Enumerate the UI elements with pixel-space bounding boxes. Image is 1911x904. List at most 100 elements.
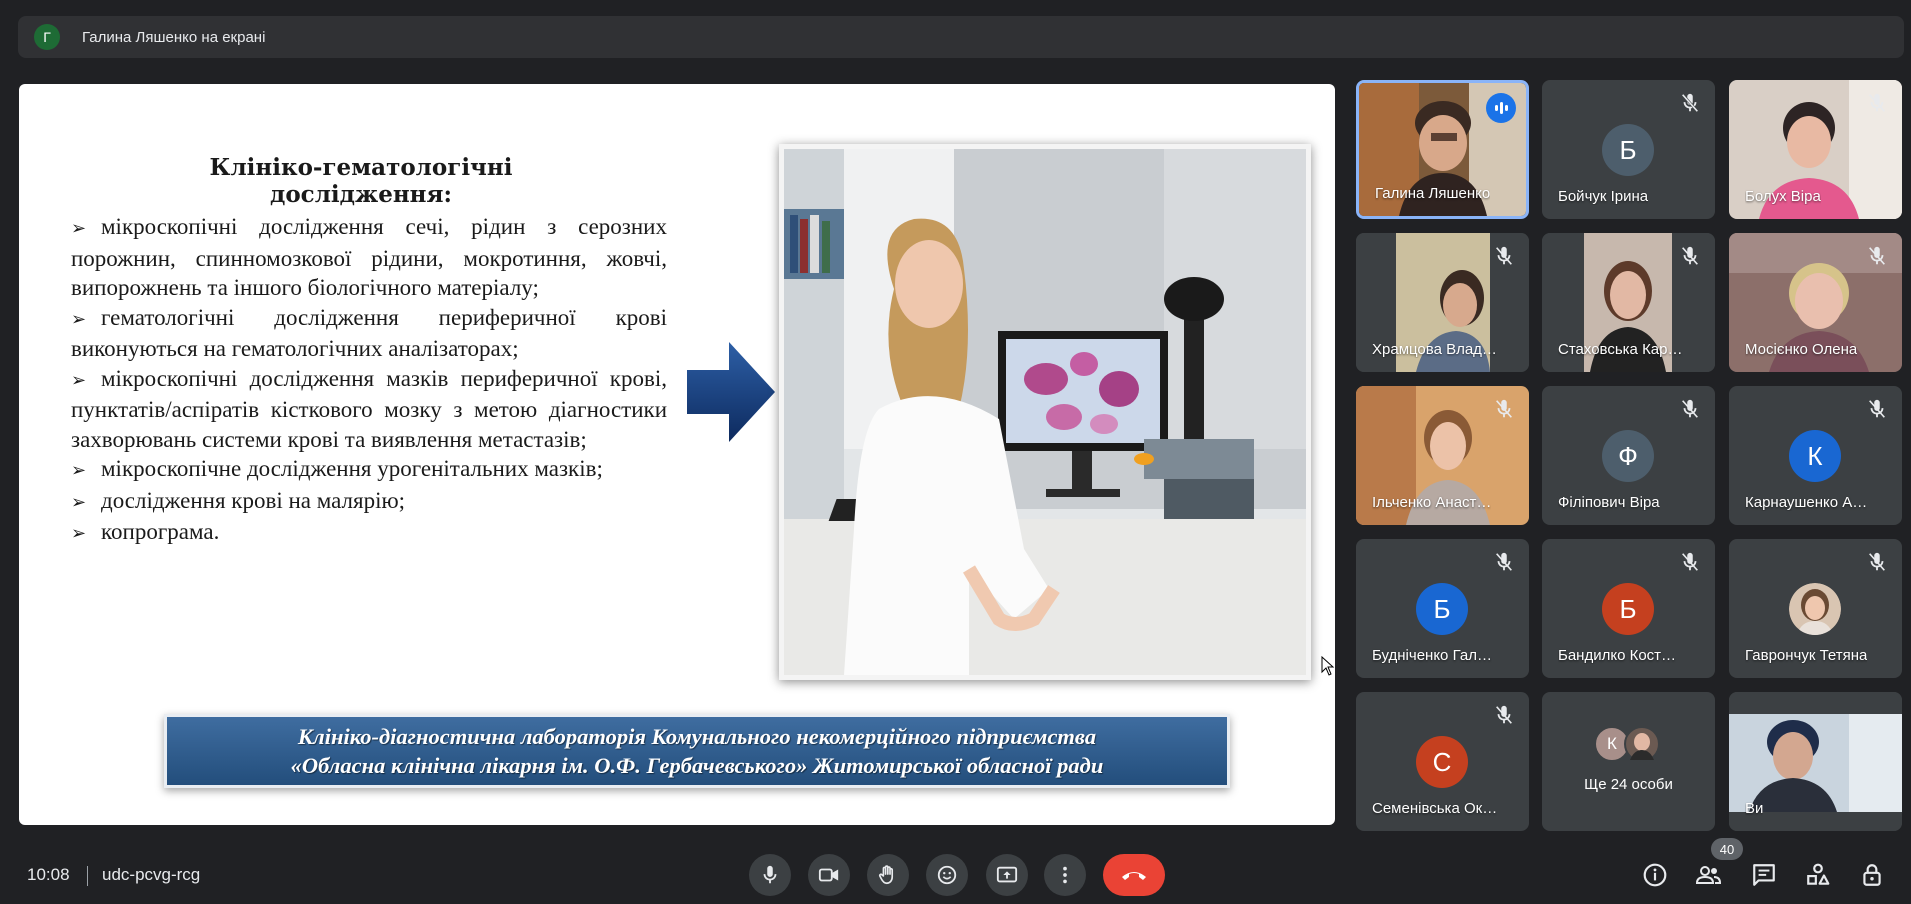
slide-bullet: ➢ гематологічні дослідження периферичної … <box>71 304 667 362</box>
slide-bullet: ➢ дослідження крові на малярію; <box>71 486 667 518</box>
more-participants-tile[interactable]: К Ще 24 особи <box>1542 692 1715 831</box>
host-controls-button[interactable] <box>1858 861 1886 889</box>
participant-tile[interactable]: Храмцова Влад… <box>1356 233 1529 372</box>
presenter-avatar: Г <box>34 24 60 50</box>
speaking-indicator-icon <box>1486 93 1516 123</box>
mic-off-icon <box>1869 552 1885 571</box>
presentation-stage: Клініко-гематологічні дослідження: ➢ мікр… <box>19 84 1335 825</box>
participant-tile[interactable]: Болух Віра <box>1729 80 1902 219</box>
participant-avatar <box>1624 726 1660 762</box>
more-participants-avatars: К <box>1594 726 1664 762</box>
chat-button[interactable] <box>1750 861 1778 889</box>
participant-tile[interactable]: Гаврончук Тетяна <box>1729 539 1902 678</box>
chat-icon <box>1753 864 1775 886</box>
meeting-details-button[interactable] <box>1641 861 1669 889</box>
participant-avatar: Ф <box>1602 430 1654 482</box>
self-view-tile[interactable]: Ви <box>1729 692 1902 831</box>
participant-avatar <box>1789 583 1841 635</box>
participant-name: Бандилко Кост… <box>1558 647 1677 664</box>
bullet-arrow-icon: ➢ <box>71 523 87 544</box>
participant-tile[interactable]: Ф Філіпович Віра <box>1542 386 1715 525</box>
mic-off-icon <box>1496 552 1512 571</box>
info-icon <box>1643 863 1667 887</box>
participant-name: Семенівська Ок… <box>1372 800 1498 817</box>
emoji-button[interactable] <box>926 854 968 896</box>
participant-tile[interactable]: Галина Ляшенко <box>1356 80 1529 219</box>
banner-line-2: «Обласна клінічна лікарня ім. О.Ф. Герба… <box>290 753 1104 778</box>
participant-avatar: Б <box>1602 583 1654 635</box>
divider <box>87 866 88 886</box>
slide-bullet: ➢ копрограма. <box>71 517 667 549</box>
mic-off-icon <box>1869 246 1885 265</box>
lab-name-banner: Клініко-діагностична лабораторія Комунал… <box>164 714 1230 788</box>
raise-hand-button[interactable] <box>867 854 909 896</box>
host-controls-icon <box>1863 864 1881 886</box>
participant-name: Бойчук Ірина <box>1558 188 1649 205</box>
meeting-time: 10:08 <box>27 865 70 884</box>
bullet-arrow-icon: ➢ <box>71 218 87 239</box>
people-icon <box>1695 866 1722 884</box>
participant-avatar: С <box>1416 736 1468 788</box>
mic-off-icon <box>1496 246 1512 265</box>
mic-off-icon <box>1681 93 1699 113</box>
participant-name: Болух Віра <box>1745 188 1821 205</box>
mic-icon <box>763 865 777 884</box>
participant-name: Мосієнко Олена <box>1745 341 1858 358</box>
bullet-arrow-icon: ➢ <box>71 308 87 330</box>
participant-tile[interactable]: Б Бандилко Кост… <box>1542 539 1715 678</box>
participant-tile[interactable]: Ільченко Анаст… <box>1356 386 1529 525</box>
participant-tile[interactable]: К Карнаушенко А… <box>1729 386 1902 525</box>
lab-photo <box>779 144 1311 680</box>
raise-hand-icon <box>879 865 894 885</box>
participant-tile[interactable]: Б Бойчук Ірина <box>1542 80 1715 219</box>
slide-bullet: ➢ мікроскопічне дослідження урогенітальни… <box>71 454 667 486</box>
more-options-button[interactable] <box>1044 854 1086 896</box>
participant-tile[interactable]: Б Будніченко Гал… <box>1356 539 1529 678</box>
participant-name: Будніченко Гал… <box>1372 647 1492 664</box>
camera-button[interactable] <box>808 854 850 896</box>
more-options-icon <box>1063 866 1067 884</box>
mic-off-icon <box>1869 399 1885 418</box>
emoji-icon <box>937 865 957 885</box>
participant-name: Гаврончук Тетяна <box>1745 647 1868 664</box>
activities-icon <box>1807 863 1830 885</box>
meeting-code: udc-pcvg-rcg <box>102 865 201 884</box>
blue-arrow-icon <box>687 342 775 442</box>
more-participants-label: Ще 24 особи <box>1584 776 1673 793</box>
participant-avatar: Б <box>1416 583 1468 635</box>
mic-off-icon <box>1682 552 1698 571</box>
participant-avatar: Б <box>1602 124 1654 176</box>
presenter-bar: Г Галина Ляшенко на екрані <box>18 16 1904 58</box>
bullet-arrow-icon: ➢ <box>71 460 87 481</box>
participant-name: Храмцова Влад… <box>1372 341 1497 358</box>
slide-bullet: ➢ мікроскопічні дослідження мазків перифе… <box>71 365 667 452</box>
banner-line-1: Клініко-діагностична лабораторія Комунал… <box>297 724 1097 749</box>
mouse-cursor-icon <box>1321 656 1335 676</box>
participant-tile[interactable]: Стаховська Кар… <box>1542 233 1715 372</box>
people-button[interactable] <box>1694 861 1722 889</box>
bullet-arrow-icon: ➢ <box>71 369 87 391</box>
camera-icon <box>818 868 839 882</box>
bullet-arrow-icon: ➢ <box>71 491 87 513</box>
slide-bullet: ➢ мікроскопічні дослідження сечі, рідин з… <box>71 214 667 300</box>
mic-off-icon <box>1869 93 1885 112</box>
mic-off-icon <box>1682 399 1698 418</box>
mic-off-icon <box>1496 705 1512 724</box>
present-button[interactable] <box>986 854 1028 896</box>
participant-name: Галина Ляшенко <box>1375 185 1491 202</box>
participant-name: Стаховська Кар… <box>1558 341 1683 358</box>
microphone-button[interactable] <box>749 854 791 896</box>
participant-tile[interactable]: С Семенівська Ок… <box>1356 692 1529 831</box>
slide-heading: Клініко-гематологічні дослідження: <box>209 154 513 208</box>
mic-off-icon <box>1682 246 1698 265</box>
participant-name: Карнаушенко А… <box>1745 494 1868 511</box>
participant-name: Ільченко Анаст… <box>1372 494 1492 511</box>
hang-up-icon <box>1122 872 1146 880</box>
people-count-badge: 40 <box>1711 838 1743 860</box>
presenter-title: Галина Ляшенко на екрані <box>82 28 266 46</box>
participant-name: Філіпович Віра <box>1558 494 1660 511</box>
participant-name: Ви <box>1745 800 1764 817</box>
participant-tile[interactable]: Мосієнко Олена <box>1729 233 1902 372</box>
activities-button[interactable] <box>1804 861 1832 889</box>
leave-call-button[interactable] <box>1103 854 1165 896</box>
